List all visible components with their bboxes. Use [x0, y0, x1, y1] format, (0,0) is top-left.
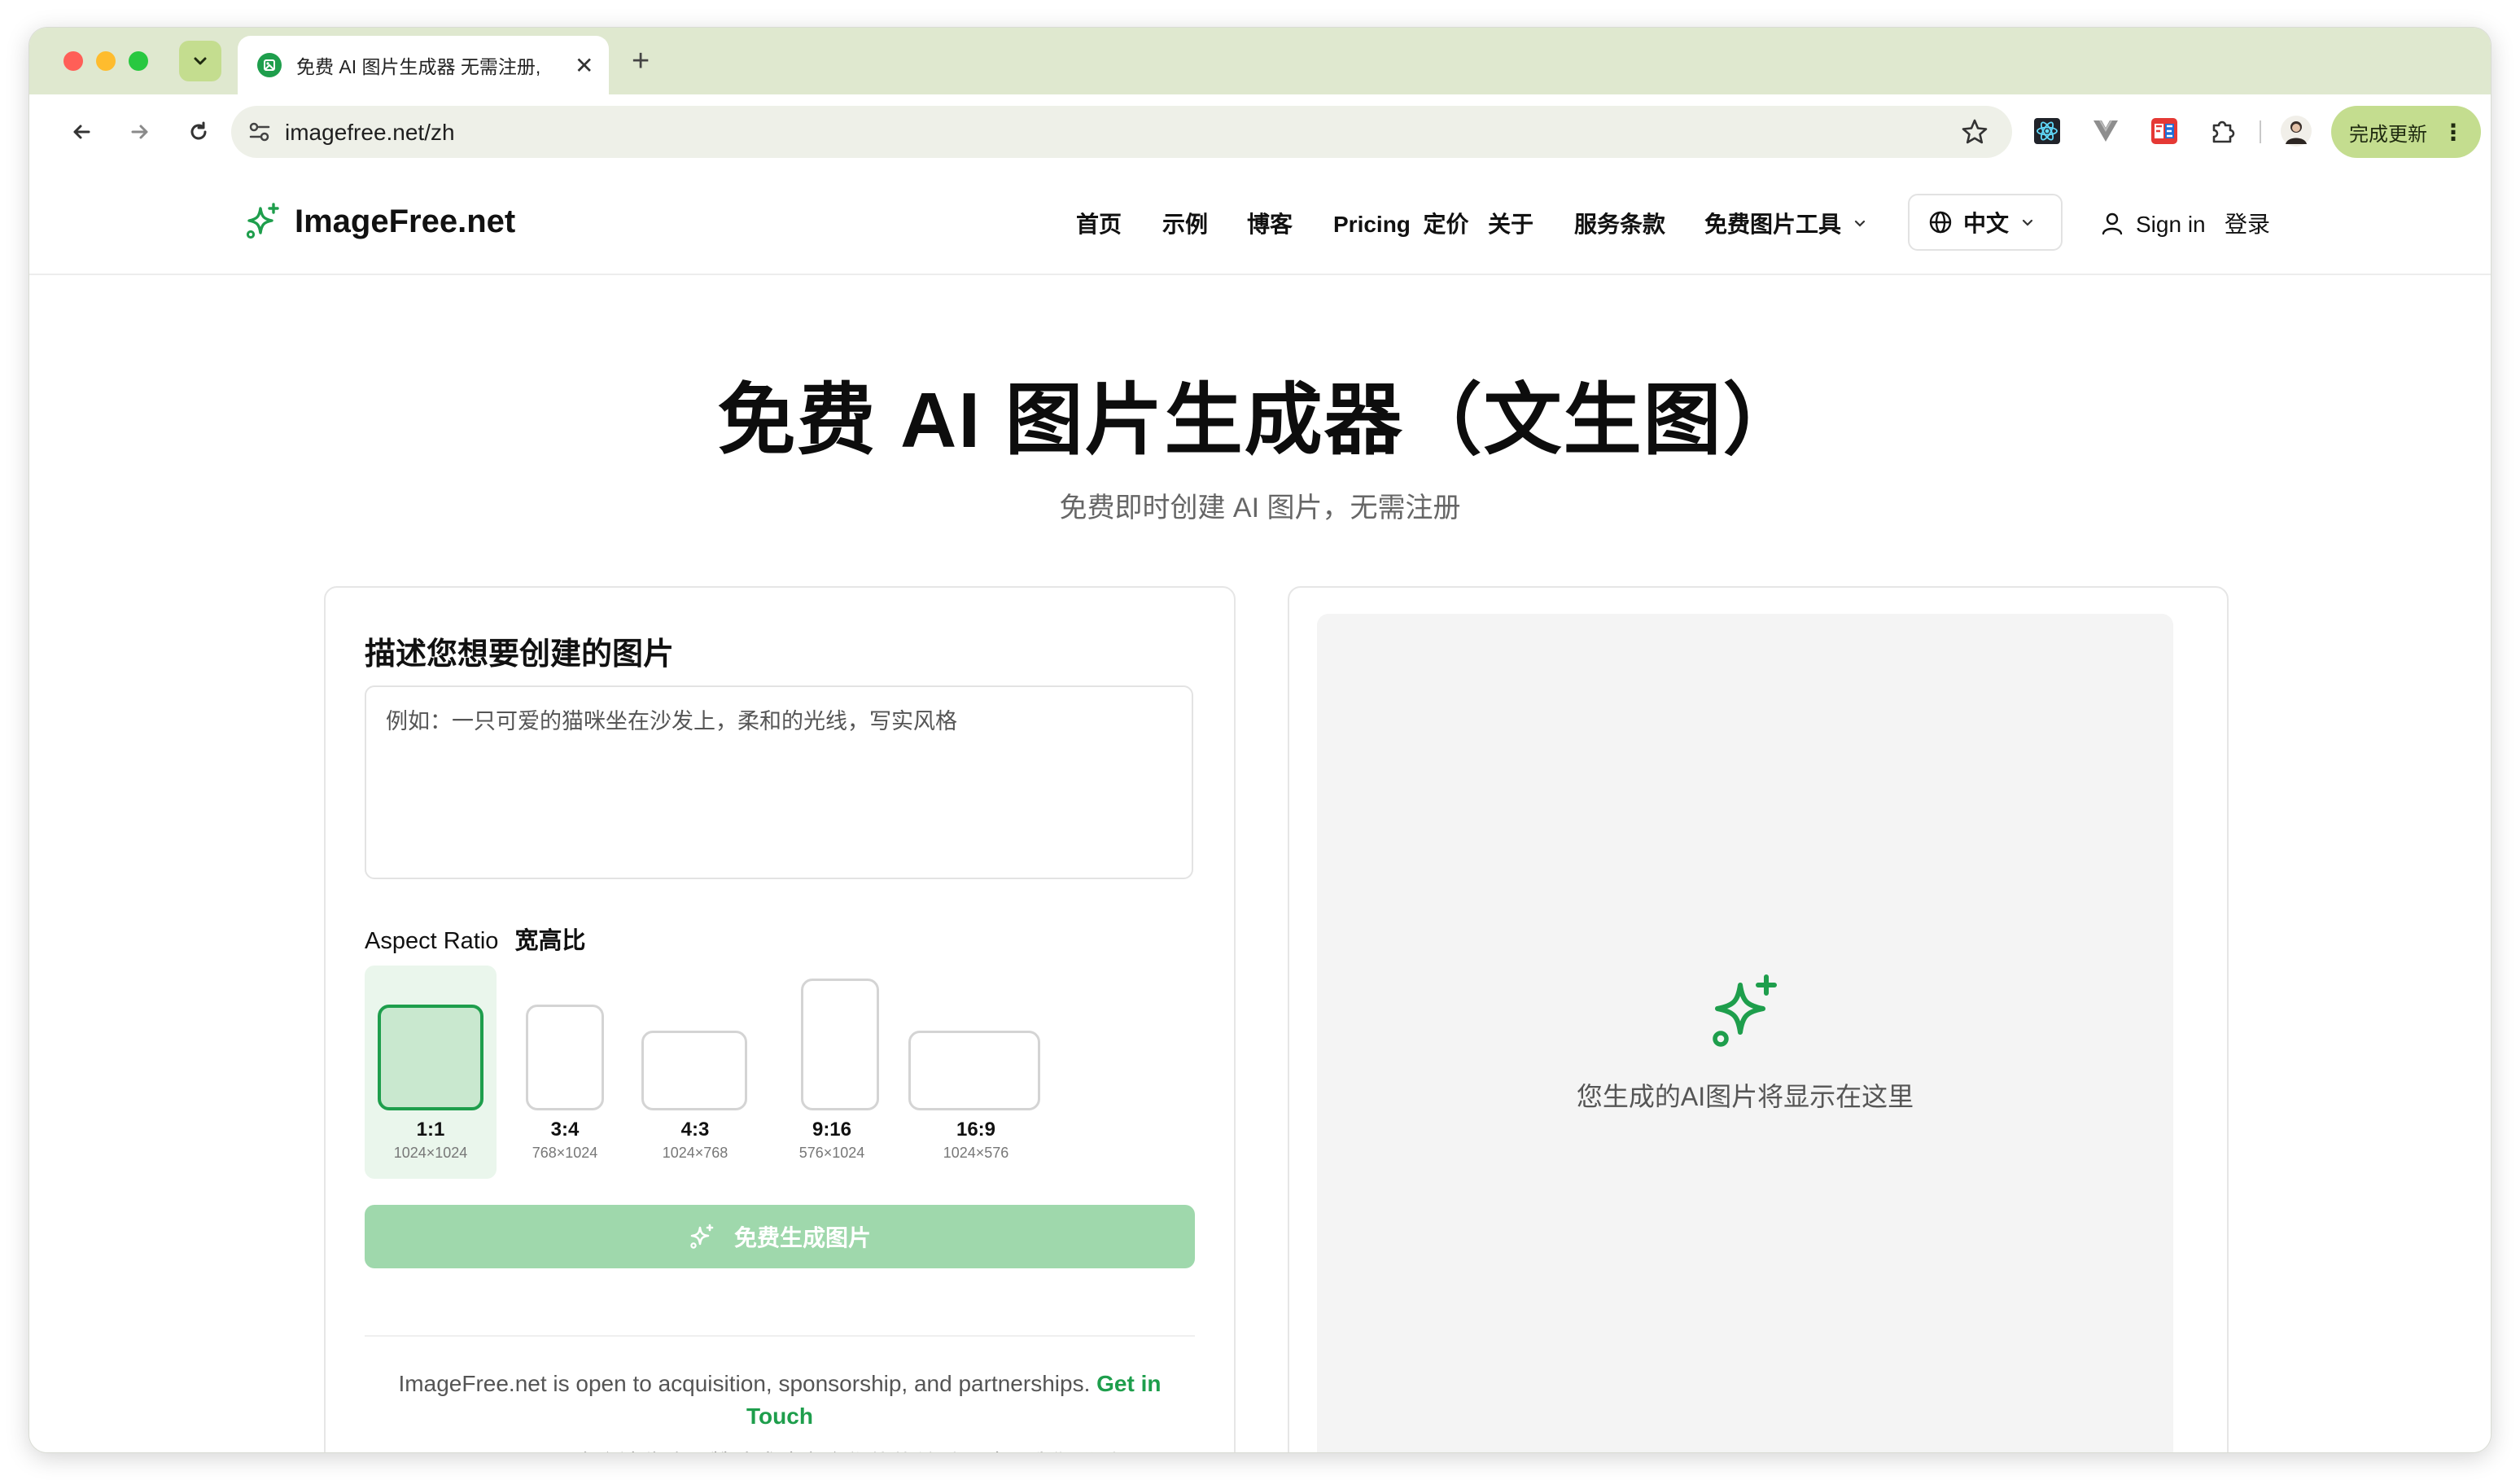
nav-pricing[interactable]: Pricing 定价: [1333, 207, 1468, 239]
nav-tools-dropdown[interactable]: 免费图片工具: [1704, 207, 1867, 239]
generate-button-label: 免费生成图片: [733, 1225, 871, 1250]
ratio-option-4-3[interactable]: 4:3 1024×768: [630, 966, 760, 1179]
nav-home[interactable]: 首页: [1076, 207, 1122, 239]
nav-about[interactable]: 关于: [1488, 207, 1533, 239]
ratio-label: 3:4: [550, 1119, 580, 1141]
ratio-shape: [641, 1031, 747, 1110]
maximize-window-button[interactable]: [129, 51, 148, 71]
generator-form-card: 描述您想要创建的图片 Aspect Ratio 宽高比 1:1 1024×102…: [324, 586, 1236, 1452]
site-favicon-icon: [257, 53, 282, 77]
site-logo[interactable]: ImageFree.net: [244, 202, 515, 241]
arrow-right-icon: [131, 125, 148, 139]
ratio-size: 1024×768: [662, 1145, 728, 1161]
url-text: imagefree.net/zh: [285, 120, 455, 145]
logo-text: ImageFree.net: [295, 203, 516, 239]
nav-tools-label: 免费图片工具: [1704, 212, 1842, 237]
partnership-note-text: ImageFree.net is open to acquisition, sp…: [398, 1371, 1091, 1396]
tab-search-button[interactable]: [179, 41, 221, 81]
aspect-ratio-label: Aspect Ratio 宽高比: [365, 922, 586, 956]
prompt-input[interactable]: [365, 685, 1193, 879]
address-bar[interactable]: imagefree.net/zh: [231, 106, 2012, 158]
site-settings-icon[interactable]: [247, 120, 272, 143]
nav-examples[interactable]: 示例: [1162, 207, 1208, 239]
chevron-down-icon: [1854, 220, 1866, 227]
update-button[interactable]: 完成更新 ⋮: [2331, 106, 2481, 158]
form-title: 描述您想要创建的图片: [365, 637, 675, 672]
browser-toolbar: imagefree.net/zh 完成更新 ⋮: [29, 94, 2491, 171]
globe-icon: [1929, 211, 1952, 234]
browser-window: 免费 AI 图片生成器 无需注册, ✕ + imagefree.net/zh 完…: [29, 28, 2491, 1452]
ratio-shape: [908, 1031, 1040, 1110]
tab-strip: 免费 AI 图片生成器 无需注册, ✕ +: [29, 28, 2491, 94]
generate-button[interactable]: 免费生成图片: [365, 1205, 1195, 1268]
arrow-left-icon: [73, 125, 90, 139]
ratio-option-16-9[interactable]: 16:9 1024×576: [899, 966, 1053, 1179]
ratio-option-3-4[interactable]: 3:4 768×1024: [510, 966, 620, 1179]
tab-title: 免费 AI 图片生成器 无需注册,: [296, 56, 541, 77]
ratio-option-9-16[interactable]: 9:16 576×1024: [767, 966, 897, 1179]
new-tab-button[interactable]: +: [632, 46, 650, 77]
image-preview-area: 您生成的AI图片将显示在这里: [1317, 614, 2173, 1452]
aspect-ratio-label-en: Aspect Ratio: [365, 928, 499, 954]
ratio-option-1-1[interactable]: 1:1 1024×1024: [365, 966, 497, 1179]
toolbar-separator: [2260, 120, 2261, 143]
close-window-button[interactable]: [63, 51, 83, 71]
nav-blog[interactable]: 博客: [1247, 207, 1293, 239]
forward-button[interactable]: [124, 116, 156, 148]
page-subtitle: 免费即时创建 AI 图片，无需注册: [1059, 493, 1461, 523]
page-title: 免费 AI 图片生成器（文生图）: [717, 377, 1803, 464]
sparkle-icon: [690, 1224, 714, 1249]
ratio-label: 4:3: [680, 1119, 710, 1141]
back-button[interactable]: [65, 116, 98, 148]
ratio-label: 9:16: [812, 1119, 852, 1141]
ratio-size: 576×1024: [798, 1145, 865, 1161]
react-devtools-extension-icon[interactable]: [2028, 112, 2066, 150]
ratio-size: 1024×576: [943, 1145, 1009, 1161]
ratio-shape: [801, 979, 879, 1110]
vue-devtools-extension-icon[interactable]: [2087, 112, 2124, 150]
chevron-down-icon: [194, 57, 207, 65]
reload-icon: [190, 121, 207, 140]
update-button-label: 完成更新: [2349, 123, 2427, 146]
aspect-ratio-label-zh: 宽高比: [514, 928, 586, 954]
partnership-note: ImageFree.net is open to acquisition, sp…: [365, 1368, 1195, 1433]
site-header: ImageFree.net 首页 示例 博客 Pricing 定价 关于 服务条…: [29, 169, 2491, 275]
nav-terms[interactable]: 服务条款: [1574, 207, 1665, 239]
tab-close-icon[interactable]: ✕: [575, 52, 593, 79]
extensions-puzzle-icon[interactable]: [2204, 112, 2242, 150]
minimize-window-button[interactable]: [96, 51, 116, 71]
ratio-shape: [526, 1005, 604, 1110]
fe-helper-extension-icon[interactable]: [2146, 112, 2183, 150]
user-icon: [2102, 212, 2123, 235]
sparkle-icon: [1713, 974, 1777, 1047]
divider: [365, 1335, 1195, 1337]
signin-label: Sign in 登录: [2136, 212, 2270, 237]
partnership-note-zh: ImageFree.net 欢迎被收购、赞助或建立合作伙伴关系。请与我们联系。: [365, 1446, 1195, 1452]
reload-button[interactable]: [182, 116, 215, 148]
sparkle-logo-icon: [246, 203, 279, 239]
chevron-down-icon: [2022, 219, 2033, 226]
menu-kebab-icon: ⋮: [2442, 119, 2465, 145]
signin-link[interactable]: Sign in 登录: [2100, 207, 2270, 239]
preview-card: 您生成的AI图片将显示在这里: [1288, 586, 2229, 1452]
ratio-label: 1:1: [416, 1119, 445, 1141]
ratio-size: 768×1024: [532, 1145, 598, 1161]
language-label: 中文: [1963, 211, 2010, 236]
ratio-shape: [378, 1005, 483, 1110]
web-page: ImageFree.net 首页 示例 博客 Pricing 定价 关于 服务条…: [29, 169, 2491, 1452]
bookmark-star-icon[interactable]: [1960, 117, 1989, 147]
profile-avatar[interactable]: [2277, 112, 2315, 150]
language-selector[interactable]: 中文: [1908, 194, 2063, 251]
ratio-label: 16:9: [956, 1119, 996, 1141]
preview-placeholder-text: 您生成的AI图片将显示在这里: [1576, 1082, 1914, 1111]
tab-active[interactable]: 免费 AI 图片生成器 无需注册, ✕: [238, 36, 609, 94]
ratio-size: 1024×1024: [393, 1145, 468, 1161]
